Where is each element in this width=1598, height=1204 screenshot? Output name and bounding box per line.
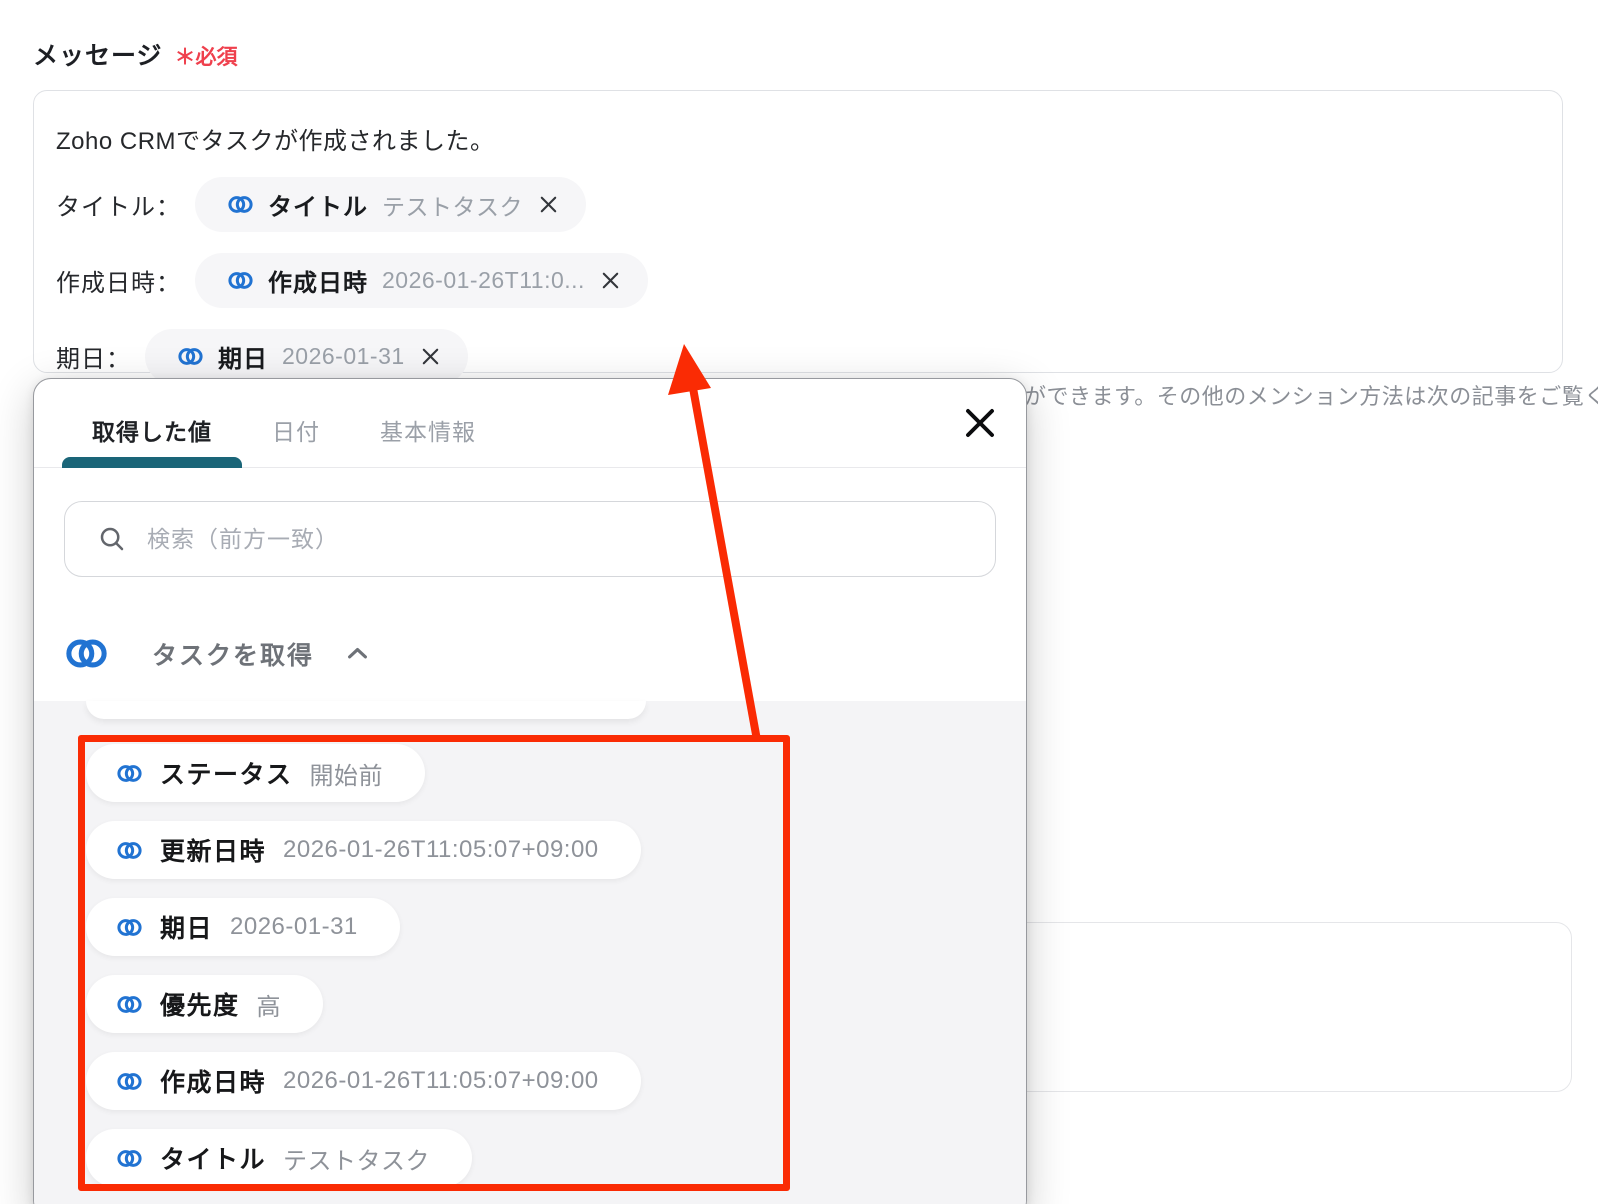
- variable-picker-popup: 取得した値 日付 基本情報 タスクを取得 ステータス 開始前: [33, 378, 1027, 1204]
- section-title: タスクを取得: [152, 641, 315, 670]
- pill-name: タイトル: [160, 1146, 267, 1174]
- token-value: テストタスク: [382, 193, 523, 220]
- pill-value: 開始前: [309, 762, 384, 790]
- variable-pill-priority[interactable]: 優先度 高: [86, 975, 324, 1033]
- message-text-line: Zoho CRMでタスクが作成されました。: [56, 128, 495, 155]
- variable-pill-status[interactable]: ステータス 開始前: [86, 744, 426, 802]
- pill-value: 高: [256, 993, 282, 1021]
- variable-token-title[interactable]: タイトル テストタスク: [195, 177, 586, 232]
- search-box[interactable]: [64, 501, 996, 577]
- pill-name: ステータス: [160, 761, 293, 789]
- token-value: 2026-01-26T11:0...: [382, 267, 585, 293]
- close-icon[interactable]: [962, 405, 998, 441]
- row-label: タイトル：: [56, 194, 181, 221]
- remove-token-icon[interactable]: [419, 345, 442, 368]
- token-value: 2026-01-31: [282, 343, 405, 369]
- zoho-link-icon: [117, 841, 142, 859]
- variable-pill-created[interactable]: 作成日時 2026-01-26T11:05:07+09:00: [86, 1052, 641, 1110]
- section-task-fetch[interactable]: タスクを取得: [64, 631, 1026, 676]
- row-label: 作成日時：: [56, 270, 181, 297]
- tab-basic-info[interactable]: 基本情報: [350, 403, 506, 467]
- variable-pill-due[interactable]: 期日 2026-01-31: [86, 898, 400, 956]
- search-input[interactable]: [147, 502, 995, 576]
- zoho-link-icon: [117, 918, 142, 936]
- variable-list-region: ステータス 開始前 更新日時 2026-01-26T11:05:07+09:00…: [34, 701, 1026, 1204]
- pill-name: 期日: [160, 915, 214, 943]
- pill-value: テストタスク: [283, 1147, 431, 1175]
- tab-retrieved-values[interactable]: 取得した値: [62, 403, 242, 468]
- zoho-link-icon: [117, 1149, 142, 1167]
- scrolled-variable-pill[interactable]: [86, 701, 646, 719]
- pill-value: 2026-01-26T11:05:07+09:00: [283, 1067, 599, 1094]
- page: メッセージ ＊必須 Zoho CRMでタスクが作成されました。 タイトル： タイ…: [0, 0, 1598, 1204]
- field-label: メッセージ: [33, 42, 163, 70]
- chevron-up-icon[interactable]: [344, 640, 371, 667]
- variable-token-due[interactable]: 期日 2026-01-31: [145, 329, 468, 384]
- remove-token-icon[interactable]: [537, 193, 560, 216]
- zoho-link-icon: [178, 348, 203, 365]
- pill-name: 優先度: [160, 992, 240, 1020]
- variable-token-created[interactable]: 作成日時 2026-01-26T11:0...: [195, 253, 648, 308]
- field-header: メッセージ ＊必須: [33, 36, 238, 72]
- zoho-link-icon: [117, 1072, 142, 1090]
- remove-token-icon[interactable]: [599, 269, 622, 292]
- message-row-title: タイトル： タイトル テストタスク: [56, 177, 1538, 232]
- required-badge: ＊必須: [174, 46, 238, 69]
- pill-value: 2026-01-31: [230, 913, 358, 940]
- variable-pill-title[interactable]: タイトル テストタスク: [86, 1129, 473, 1187]
- token-name: 期日: [218, 346, 268, 373]
- zoho-link-icon: [117, 995, 142, 1013]
- token-name: 作成日時: [268, 270, 368, 297]
- search-icon: [100, 527, 124, 551]
- variable-list: ステータス 開始前 更新日時 2026-01-26T11:05:07+09:00…: [86, 744, 1026, 1187]
- pill-value: 2026-01-26T11:05:07+09:00: [283, 836, 599, 863]
- background-input-field[interactable]: [1000, 922, 1572, 1092]
- token-name: タイトル: [268, 194, 368, 221]
- pill-name: 作成日時: [160, 1069, 267, 1097]
- message-row-due: 期日： 期日 2026-01-31: [56, 329, 1538, 384]
- zoho-app-icon: [64, 631, 109, 676]
- zoho-link-icon: [117, 764, 142, 782]
- zoho-link-icon: [228, 196, 253, 213]
- zoho-link-icon: [228, 272, 253, 289]
- tab-date[interactable]: 日付: [242, 403, 350, 467]
- message-textarea[interactable]: Zoho CRMでタスクが作成されました。 タイトル： タイトル テストタスク …: [33, 90, 1563, 384]
- message-row-created: 作成日時： 作成日時 2026-01-26T11:0...: [56, 253, 1538, 308]
- helper-text: ができます。その他のメンション方法は次の記事をご覧く: [1024, 384, 1598, 409]
- pill-name: 更新日時: [160, 838, 267, 866]
- row-label: 期日：: [56, 346, 131, 373]
- variable-pill-updated[interactable]: 更新日時 2026-01-26T11:05:07+09:00: [86, 821, 641, 879]
- popup-tabs: 取得した値 日付 基本情報: [34, 379, 1026, 468]
